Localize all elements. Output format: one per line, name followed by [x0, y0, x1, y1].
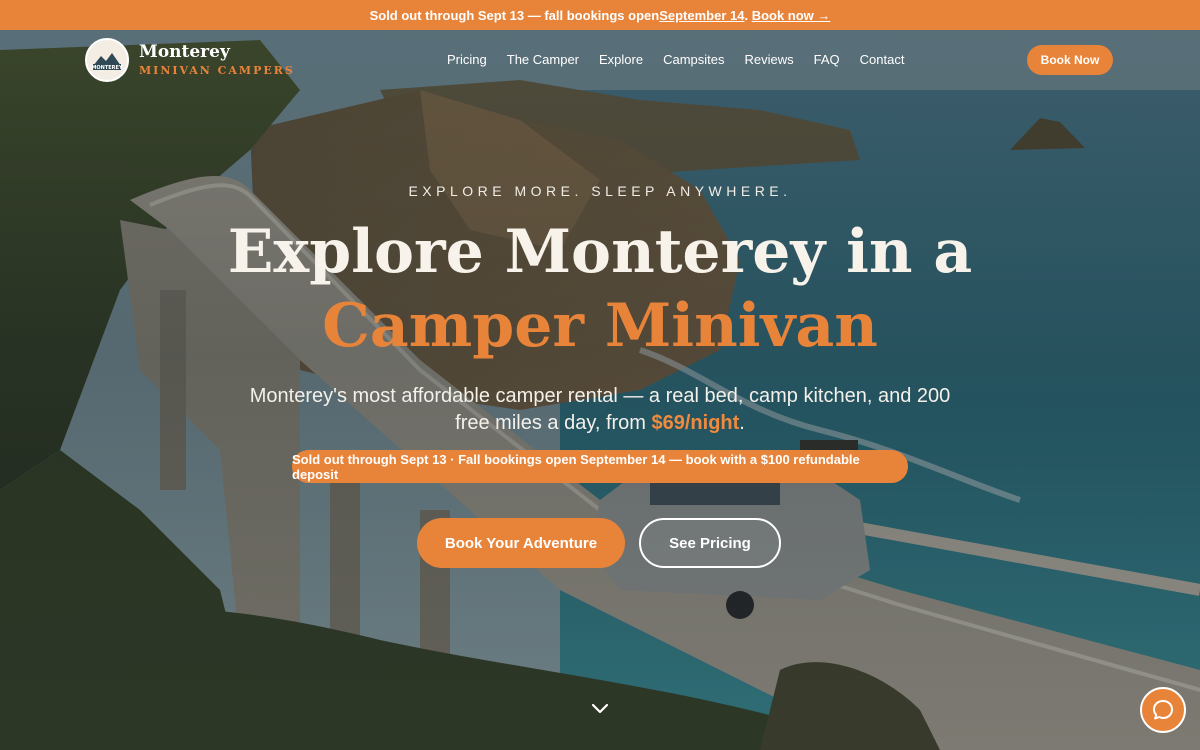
nav-item-the-camper[interactable]: The Camper	[507, 52, 579, 67]
nav-item-explore[interactable]: Explore	[599, 52, 643, 67]
see-pricing-button[interactable]: See Pricing	[639, 518, 781, 568]
hero-subtitle-text: Monterey's most affordable camper rental…	[249, 385, 951, 434]
nav-item-campsites[interactable]: Campsites	[663, 52, 724, 67]
nav-item-contact[interactable]: Contact	[860, 52, 905, 67]
hero-headline: Explore Monterey in a Camper Minivan	[0, 215, 1200, 363]
nav-item-pricing[interactable]: Pricing	[447, 52, 487, 67]
announcement-separator: .	[744, 7, 752, 23]
hero-price: $69/night	[651, 412, 740, 434]
hero-subtitle-end: .	[739, 412, 745, 434]
announcement-date-link[interactable]: September 14	[659, 8, 744, 23]
book-now-button[interactable]: Book Now	[1027, 45, 1113, 75]
chat-button[interactable]	[1140, 687, 1186, 733]
hero-headline-line2: Camper Minivan	[322, 291, 878, 361]
nav-item-faq[interactable]: FAQ	[814, 52, 840, 67]
site-logo[interactable]: MONTEREY Monterey MINIVAN CAMPERS	[85, 38, 295, 82]
logo-name: Monterey	[139, 42, 230, 62]
book-your-adventure-button[interactable]: Book Your Adventure	[417, 518, 625, 568]
availability-notice: Sold out through Sept 13 · Fall bookings…	[292, 450, 908, 483]
chat-bubble-icon	[1153, 700, 1173, 720]
logo-badge-icon: MONTEREY	[85, 38, 129, 82]
chevron-down-icon[interactable]	[590, 702, 610, 716]
hero-eyebrow: EXPLORE MORE. SLEEP ANYWHERE.	[408, 183, 792, 199]
logo-subtitle: MINIVAN CAMPERS	[139, 64, 295, 77]
announcement-book-link[interactable]: Book now →	[752, 8, 831, 23]
hero-headline-line1: Explore Monterey in a	[227, 217, 973, 287]
top-navigation: MONTEREY Monterey MINIVAN CAMPERS Pricin…	[0, 30, 1200, 90]
announcement-text: Sold out through Sept 13 — fall bookings…	[369, 7, 660, 23]
main-menu: Pricing The Camper Explore Campsites Rev…	[447, 52, 904, 67]
announcement-bar: Sold out through Sept 13 — fall bookings…	[0, 0, 1200, 30]
logo-badge-text: MONTEREY	[91, 65, 123, 71]
nav-item-reviews[interactable]: Reviews	[745, 52, 794, 67]
hero-subtitle: Monterey's most affordable camper rental…	[240, 383, 960, 437]
logo-mountain-icon: MONTEREY	[91, 53, 123, 71]
